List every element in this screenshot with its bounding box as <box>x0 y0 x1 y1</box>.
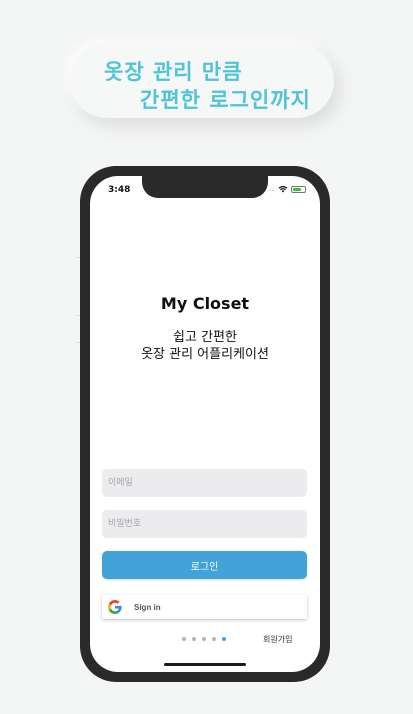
wifi-icon <box>278 186 288 193</box>
page-dot-active[interactable] <box>222 637 226 641</box>
login-button[interactable]: 로그인 <box>102 551 307 579</box>
page-dot[interactable] <box>192 637 196 641</box>
password-input[interactable] <box>102 510 307 538</box>
status-indicators: .... <box>267 185 306 193</box>
google-signin-button[interactable]: Sign in <box>102 595 307 619</box>
app-title: My Closet <box>160 294 250 313</box>
phone-notch <box>142 176 268 198</box>
promo-banner: 옷장 관리 만큼 간편한 로그인까지 <box>70 44 334 118</box>
banner-line-1: 옷장 관리 만큼 <box>104 60 243 84</box>
google-icon <box>108 600 122 614</box>
google-signin-label: Sign in <box>134 602 161 612</box>
home-indicator[interactable] <box>164 663 246 666</box>
phone-screen: 3:48 .... My Closet 쉽고 간편한 옷장 관리 어플리케이션 … <box>90 176 320 672</box>
page-indicator[interactable] <box>182 637 226 641</box>
signup-link[interactable]: 회원가입 <box>263 634 292 645</box>
status-time: 3:48 <box>108 185 131 195</box>
phone-frame: 3:48 .... My Closet 쉽고 간편한 옷장 관리 어플리케이션 … <box>80 166 330 682</box>
page-dot[interactable] <box>202 637 206 641</box>
page-dot[interactable] <box>182 637 186 641</box>
app-subtitle-2: 옷장 관리 어플리케이션 <box>141 347 269 362</box>
signal-icon: .... <box>267 185 275 193</box>
banner-line-2: 간편한 로그인까지 <box>140 88 311 112</box>
email-input[interactable] <box>102 469 307 497</box>
battery-icon <box>291 185 306 193</box>
page-dot[interactable] <box>212 637 216 641</box>
